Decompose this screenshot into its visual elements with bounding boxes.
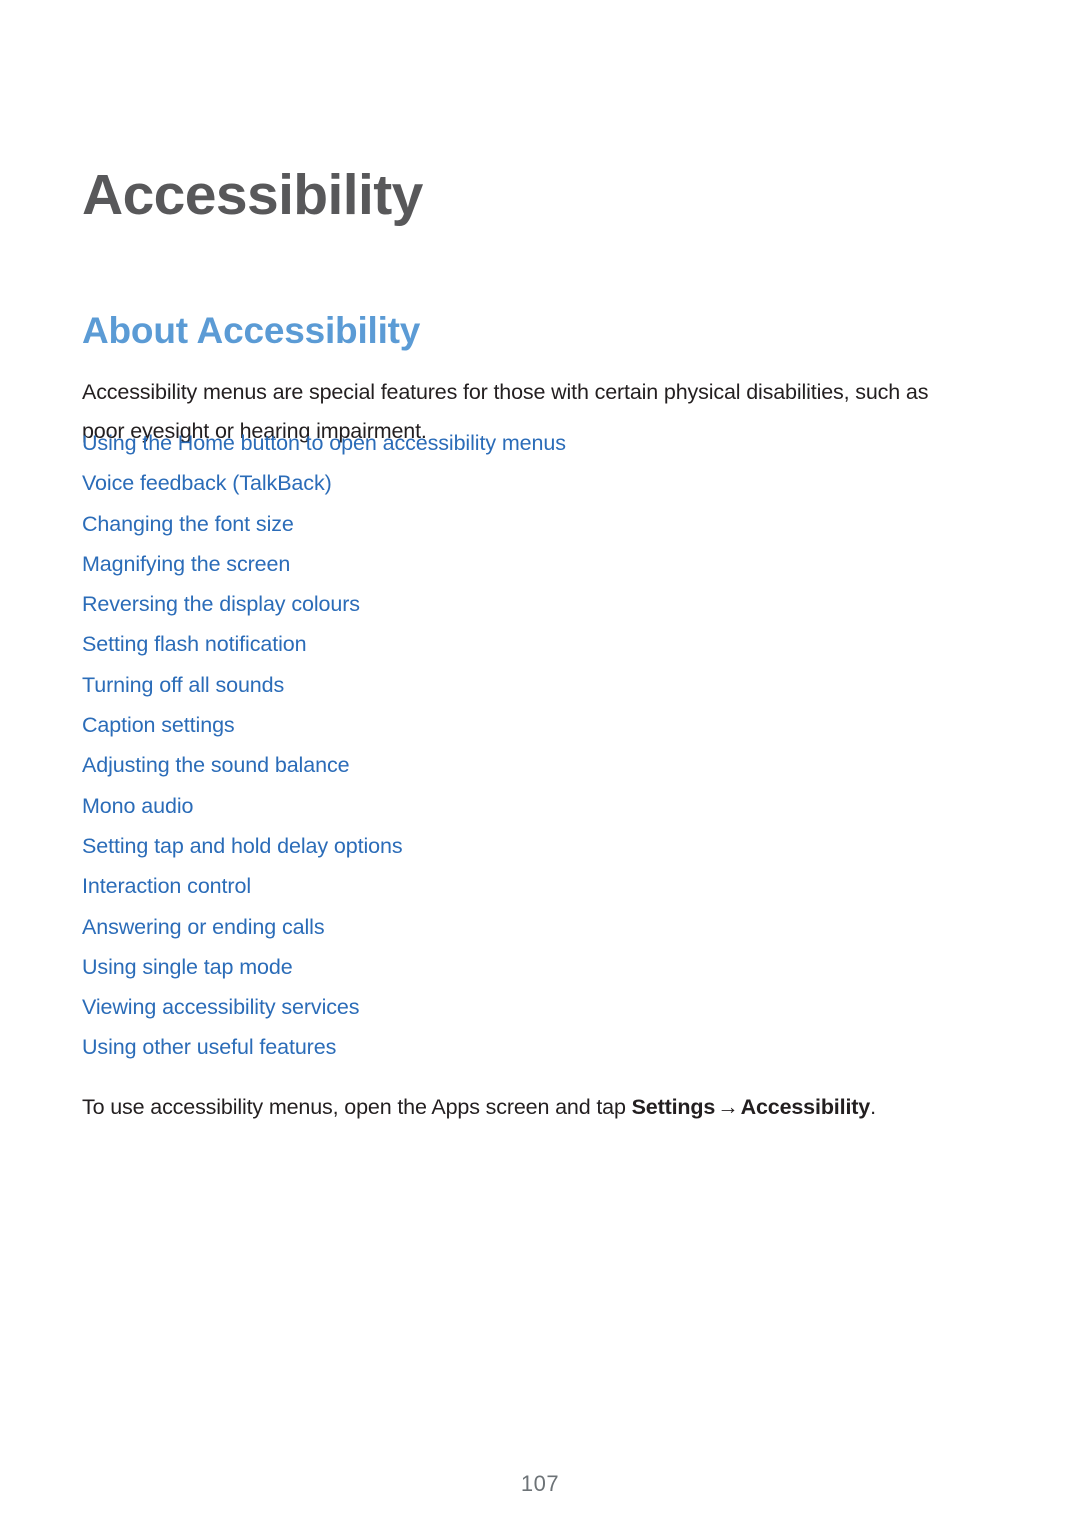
toc-link-setting-tap-and-hold-delay-options[interactable]: Setting tap and hold delay options [82,826,782,866]
section-heading: About Accessibility [82,309,421,351]
toc-link-caption-settings[interactable]: Caption settings [82,705,782,745]
toc-link-viewing-accessibility-services[interactable]: Viewing accessibility services [82,987,782,1027]
closing-instruction-paragraph: To use accessibility menus, open the App… [82,1088,982,1127]
toc-link-turning-off-all-sounds[interactable]: Turning off all sounds [82,665,782,705]
toc-link-using-single-tap-mode[interactable]: Using single tap mode [82,947,782,987]
page-number: 107 [520,1471,560,1496]
settings-menu-name: Settings [631,1094,716,1119]
toc-link-voice-feedback-talkback[interactable]: Voice feedback (TalkBack) [82,463,782,503]
toc-link-using-home-button[interactable]: Using the Home button to open accessibil… [82,423,782,463]
toc-link-mono-audio[interactable]: Mono audio [82,786,782,826]
document-page: Accessibility About Accessibility Access… [0,0,1080,1527]
toc-link-setting-flash-notification[interactable]: Setting flash notification [82,624,782,664]
toc-link-interaction-control[interactable]: Interaction control [82,866,782,906]
arrow-icon: → [717,1094,739,1119]
toc-link-adjusting-the-sound-balance[interactable]: Adjusting the sound balance [82,745,782,785]
toc-link-answering-or-ending-calls[interactable]: Answering or ending calls [82,907,782,947]
toc-link-reversing-the-display-colours[interactable]: Reversing the display colours [82,584,782,624]
toc-link-using-other-useful-features[interactable]: Using other useful features [82,1027,782,1067]
closing-text-after: . [870,1094,876,1119]
accessibility-menu-name: Accessibility [740,1094,871,1119]
closing-text-before: To use accessibility menus, open the App… [82,1094,632,1119]
accessibility-topic-list: Using the Home button to open accessibil… [82,423,782,1068]
toc-link-magnifying-the-screen[interactable]: Magnifying the screen [82,544,782,584]
chapter-title: Accessibility [82,163,423,228]
toc-link-changing-the-font-size[interactable]: Changing the font size [82,504,782,544]
